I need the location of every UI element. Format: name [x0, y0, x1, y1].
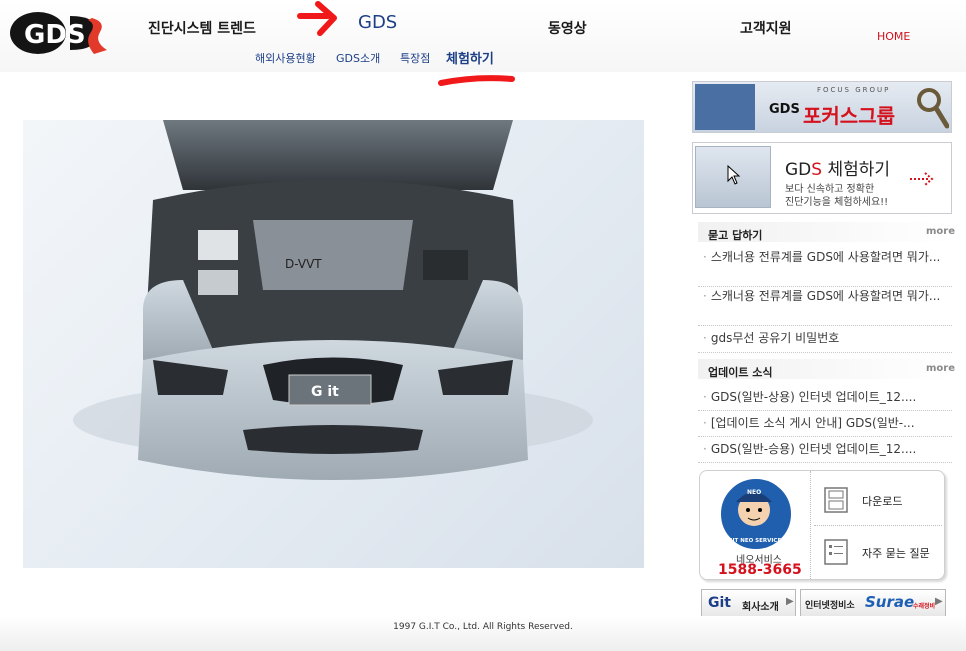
updates-more-link[interactable]: more: [926, 363, 955, 374]
update-item[interactable]: · GDS(일반-상용) 인터넷 업데이트_12....: [703, 388, 943, 407]
cursor-icon: [727, 165, 741, 185]
nav-item-support[interactable]: 고객지원: [740, 18, 792, 38]
updates-title: 업데이트 소식: [708, 366, 773, 379]
focus-group-logo: GDS: [769, 102, 800, 117]
faq-button[interactable]: 자주 묻는 질문: [814, 529, 942, 575]
qa-item-text: 스캐너용 전류계를 GDS에 사용할려면 뭐가...: [710, 250, 941, 264]
qa-item-text: gds무선 공유기 비밀번호: [710, 331, 840, 345]
qa-title: 묻고 답하기: [708, 229, 763, 242]
surae-logo: Surae: [865, 593, 915, 611]
repair-shop-label: 인터넷정비소: [805, 601, 855, 611]
chevron-right-icon: ▶: [935, 596, 943, 607]
focus-group-thumb: [695, 84, 755, 130]
nav-item-video[interactable]: 동영상: [548, 18, 587, 38]
chevron-right-icon: ▶: [786, 596, 794, 607]
page: GDS 진단시스템 트렌드 GDS 동영상 고객지원 HOME 해외사용현황 G…: [0, 0, 966, 651]
subnav-trial[interactable]: 체험하기: [446, 48, 494, 67]
update-item-text: [업데이트 소식 게시 안내] GDS(일반-...: [710, 416, 915, 430]
trial-banner-title: GDS 체험하기: [785, 155, 890, 180]
update-item-text: GDS(일반-승용) 인터넷 업데이트_12....: [710, 442, 917, 456]
qa-item[interactable]: · 스캐너용 전류계를 GDS에 사용할려면 뭐가...: [703, 248, 943, 267]
trial-banner-desc-2: 진단기능을 체험하세요!!: [785, 197, 889, 208]
qa-item[interactable]: · gds무선 공유기 비밀번호: [703, 329, 943, 348]
trial-title-accent: S: [811, 160, 823, 180]
company-intro-button[interactable]: Git 회사소개 ▶: [701, 589, 796, 617]
faq-list-icon: [824, 539, 848, 565]
annotation-underline: [438, 75, 515, 86]
hero-image: D-VVT G it: [23, 120, 644, 568]
divider: [698, 410, 952, 411]
customer-service-box: NEO GIT NEO SERVICE 네오서비스 1588-3665 다운로드…: [699, 470, 945, 580]
qa-more-link[interactable]: more: [926, 226, 955, 237]
qa-item[interactable]: · 스캐너용 전류계를 GDS에 사용할려면 뭐가...: [703, 287, 943, 306]
update-item[interactable]: · [업데이트 소식 게시 안내] GDS(일반-...: [703, 414, 943, 433]
company-intro-label: 회사소개: [742, 602, 779, 613]
divider: [698, 436, 952, 437]
faq-label: 자주 묻는 질문: [862, 547, 930, 560]
focus-group-caption: FOCUS GROUP: [817, 86, 891, 94]
divider: [698, 325, 952, 326]
surae-logo-sub: 수래정비: [913, 603, 936, 610]
qa-item-text: 스캐너용 전류계를 GDS에 사용할려면 뭐가...: [710, 289, 941, 303]
download-label: 다운로드: [862, 495, 903, 508]
update-item[interactable]: · GDS(일반-승용) 인터넷 업데이트_12....: [703, 440, 943, 459]
subnav-features[interactable]: 특장점: [400, 50, 430, 66]
update-item-text: GDS(일반-상용) 인터넷 업데이트_12....: [710, 390, 917, 404]
logo-text: GDS: [24, 20, 86, 50]
divider: [698, 462, 952, 463]
download-icon: [824, 487, 848, 513]
divider: [698, 352, 952, 353]
magnifier-icon: [917, 88, 949, 129]
service-phone: 1588-3665: [718, 562, 802, 578]
nav-item-gds[interactable]: GDS: [358, 12, 397, 33]
mascot-ring-text: GIT NEO SERVICE: [728, 538, 781, 544]
nav-item-trend[interactable]: 진단시스템 트렌드: [148, 18, 256, 38]
gds-logo[interactable]: GDS: [8, 10, 108, 56]
divider: [814, 525, 942, 526]
download-button[interactable]: 다운로드: [814, 477, 942, 523]
mascot-icon: NEO GIT NEO SERVICE: [719, 477, 793, 551]
car-engine-illustration: D-VVT G it: [73, 120, 593, 480]
mascot-badge: NEO: [747, 489, 761, 496]
repair-shop-button[interactable]: 인터넷정비소 Surae 수래정비 ▶: [800, 589, 946, 617]
trial-banner[interactable]: GDS 체험하기 보다 신속하고 정확한 진단기능을 체험하세요!!: [692, 142, 952, 214]
trial-title-prefix: GD: [785, 160, 812, 180]
subnav-gds-intro[interactable]: GDS소개: [336, 50, 380, 66]
trial-title-suffix: 체험하기: [822, 160, 891, 180]
hero-plate-text: G it: [311, 384, 339, 400]
subnav-overseas[interactable]: 해외사용현황: [255, 50, 316, 66]
svg-text:D-VVT: D-VVT: [285, 257, 322, 271]
arrow-right-icon: [910, 172, 934, 186]
divider: [810, 471, 811, 579]
annotation-arrow-icon: [297, 1, 337, 36]
home-link[interactable]: HOME: [877, 30, 910, 43]
focus-group-banner[interactable]: FOCUS GROUP GDS 포커스그룹: [692, 81, 952, 133]
focus-group-title: 포커스그룹: [803, 104, 895, 128]
git-logo: Git: [708, 595, 731, 611]
footer-copyright: 1997 G.I.T Co., Ltd. All Rights Reserved…: [393, 622, 573, 632]
